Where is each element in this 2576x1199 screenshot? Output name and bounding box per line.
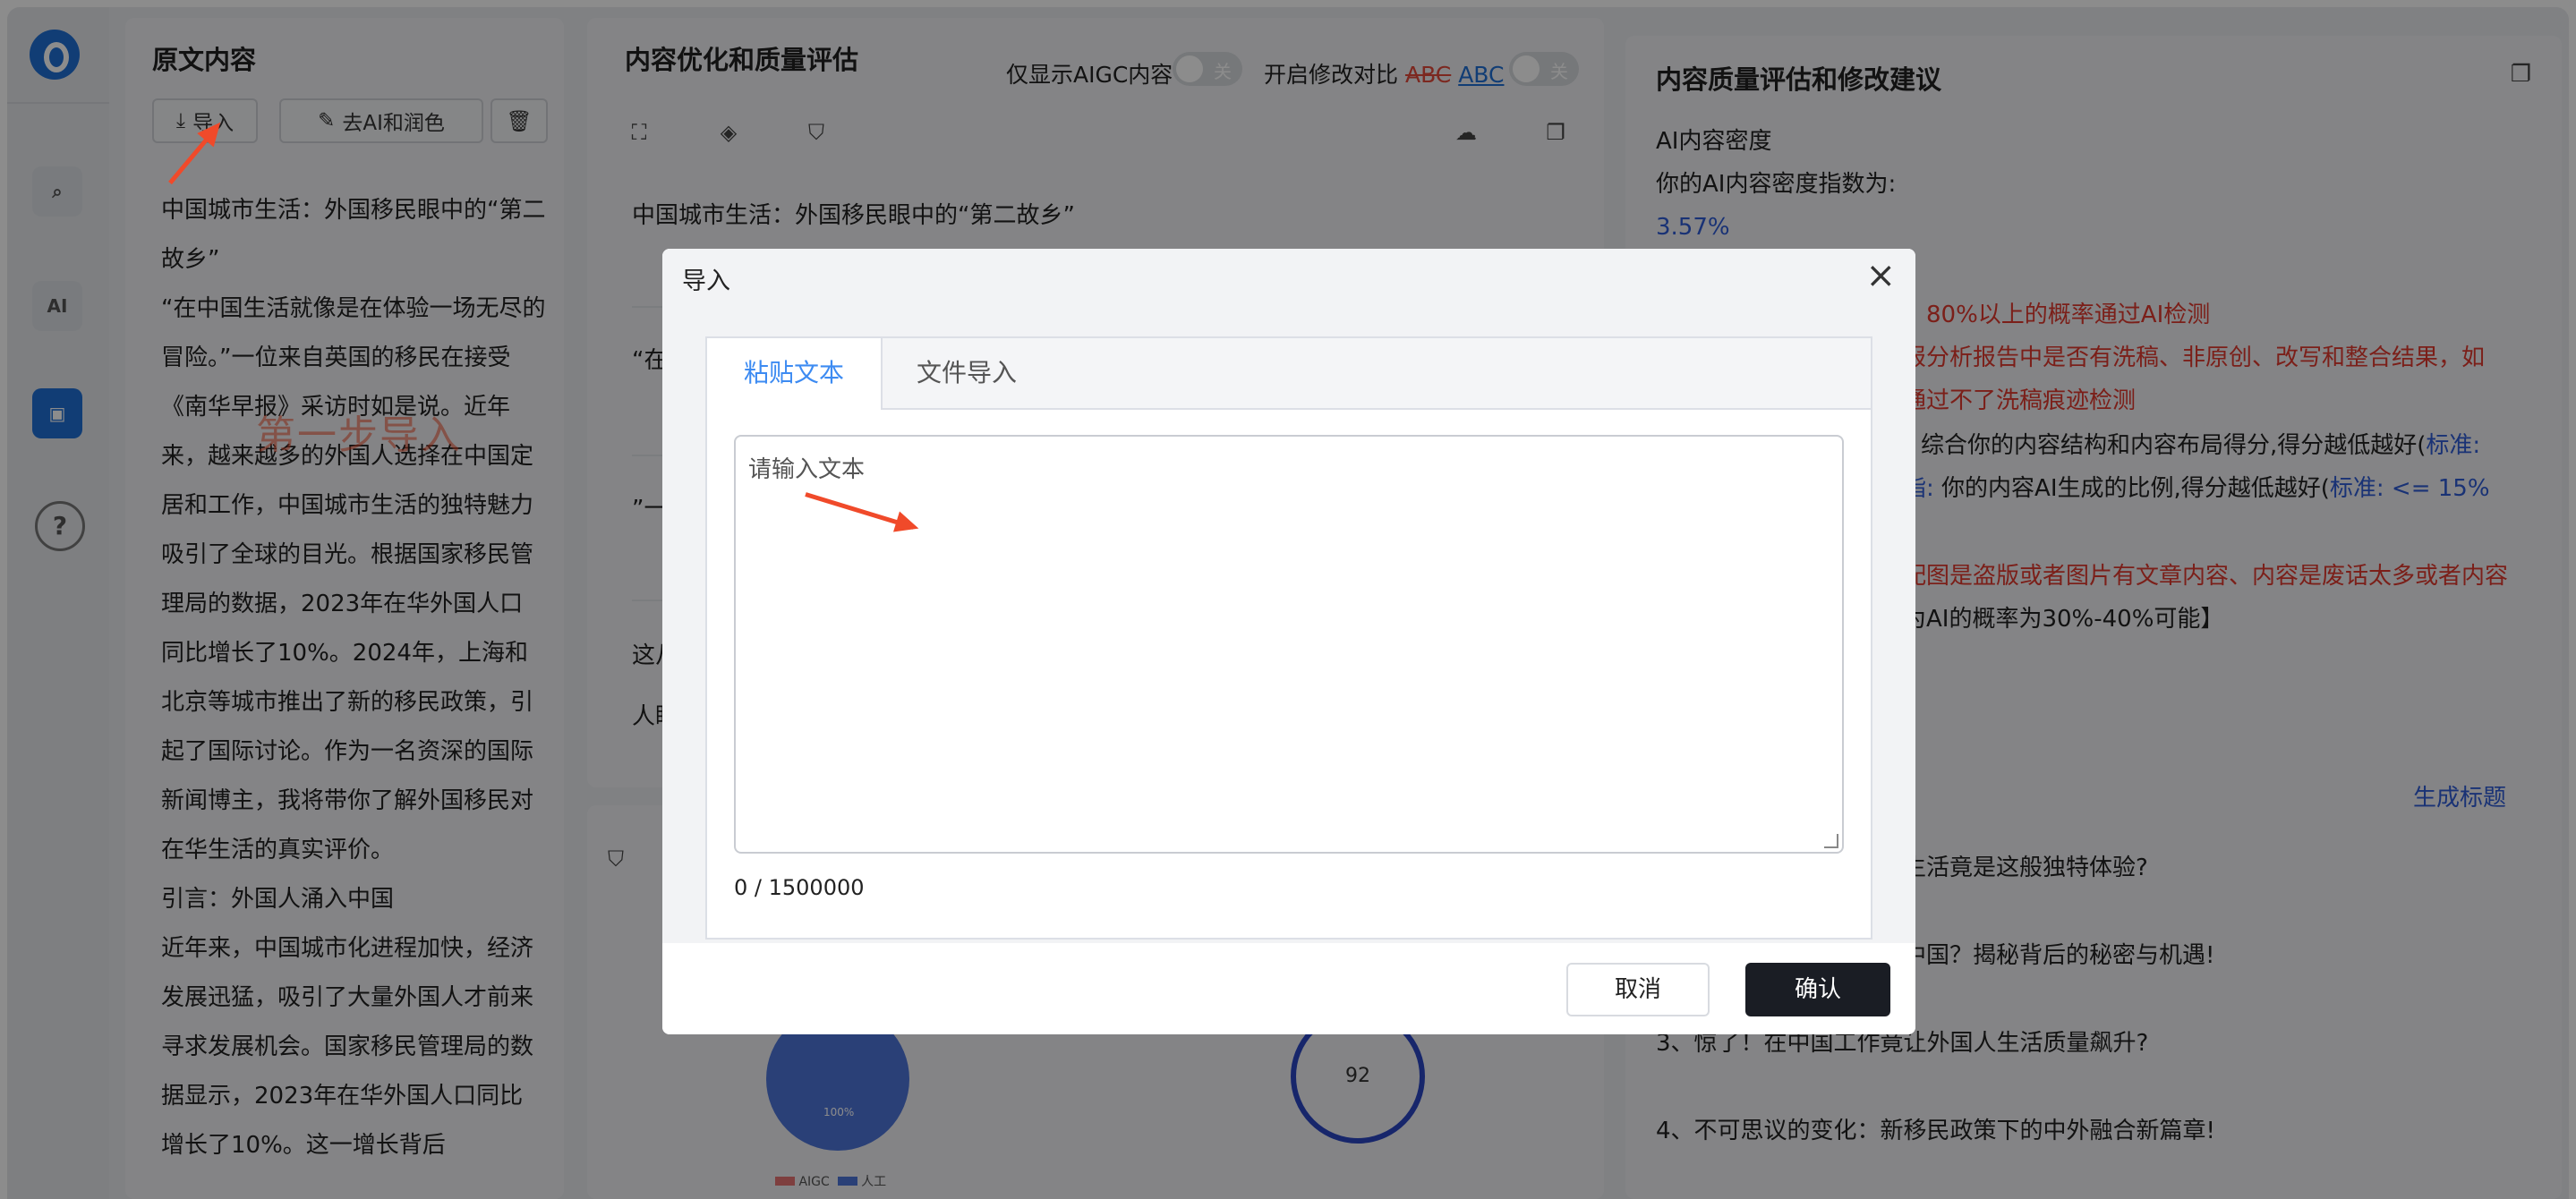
cancel-button[interactable]: 取消: [1566, 963, 1710, 1016]
close-icon[interactable]: ×: [1865, 256, 1896, 295]
tab-paste-text[interactable]: 粘贴文本: [707, 338, 883, 410]
tab-bar: 粘贴文本 文件导入: [707, 338, 1871, 410]
paste-text-input[interactable]: 请输入文本: [734, 435, 1844, 854]
dialog-footer: 取消 确认: [662, 943, 1915, 1034]
dialog-title: 导入: [682, 268, 730, 295]
dialog-body: 粘贴文本 文件导入 请输入文本 0 / 1500000: [662, 304, 1915, 943]
dialog-header: 导入 ×: [662, 249, 1915, 304]
import-dialog: 导入 × 粘贴文本 文件导入 请输入文本 0 / 1500000 取消 确认: [662, 249, 1915, 1034]
char-counter: 0 / 1500000: [734, 875, 865, 900]
tab-file-import[interactable]: 文件导入: [881, 338, 1053, 408]
import-tabs: 粘贴文本 文件导入 请输入文本 0 / 1500000: [705, 336, 1872, 940]
confirm-button[interactable]: 确认: [1745, 963, 1890, 1016]
resize-handle[interactable]: [1824, 834, 1838, 848]
textarea-placeholder: 请输入文本: [748, 456, 866, 483]
